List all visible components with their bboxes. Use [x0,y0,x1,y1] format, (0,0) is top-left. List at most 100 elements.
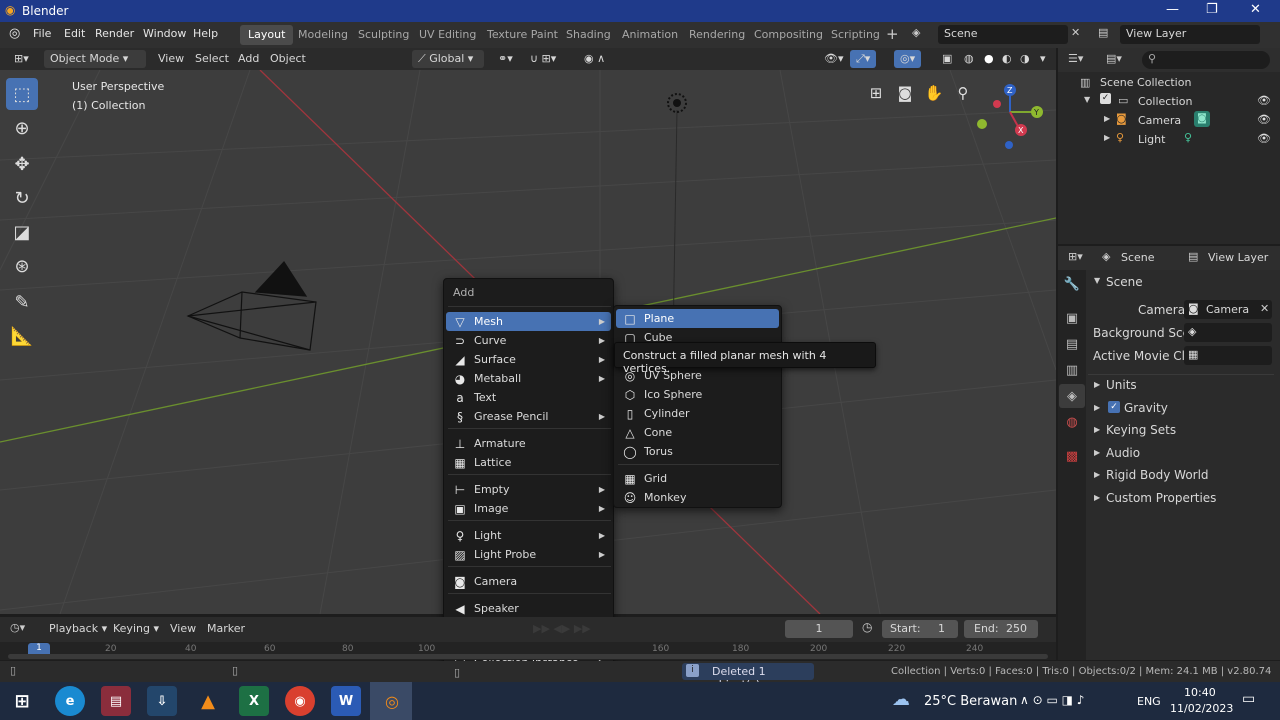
expand-collection-icon[interactable]: ▼ [1084,95,1090,104]
close-button[interactable]: ✕ [1250,2,1261,17]
world-tab-icon[interactable]: ◍ [1059,410,1085,434]
add-menu-item-speaker[interactable]: ◀ Speaker [446,599,611,618]
scene-collection-label[interactable]: Scene Collection [1100,76,1191,89]
preview-range-icon[interactable]: ◷ [862,620,872,634]
excel-app-icon[interactable]: X [239,686,269,716]
pivot-icon[interactable]: ⚭▾ [492,50,519,68]
properties-type-icon[interactable]: ⊞▾ [1068,250,1083,263]
mesh-item-monkey[interactable]: ☺ Monkey [616,488,779,507]
pan-hand-icon[interactable]: ✋ [921,80,947,106]
add-menu-item-mesh[interactable]: ▽ Mesh ▶ [446,312,611,331]
section-rigid-body-world[interactable]: Rigid Body World [1106,468,1209,482]
outliner-light-label[interactable]: Light [1138,133,1165,146]
edge-app-icon[interactable]: e [55,686,85,716]
outliner-search-input[interactable]: ⚲ [1142,51,1270,69]
view-layer-icon[interactable]: ▤ [1098,26,1108,39]
rendered-shading-icon[interactable]: ◑ [1014,50,1036,68]
clock-date[interactable]: 11/02/2023 [1170,702,1233,715]
overlay-toggle-icon[interactable]: ◎▾ [894,50,922,68]
outliner-camera-label[interactable]: Camera [1138,114,1181,127]
add-menu-item-empty[interactable]: ⊢ Empty ▶ [446,480,611,499]
tray-icons[interactable]: ∧ ⊙ ▭ ◨ ♪ [1020,693,1084,707]
cursor-icon[interactable]: ⊕ [6,112,38,144]
installer-app-icon[interactable]: ⇩ [147,686,177,716]
notification-icon[interactable]: ▭ [1242,691,1255,707]
mesh-item-cone[interactable]: △ Cone [616,423,779,442]
menu-marker[interactable]: Marker [207,622,245,635]
units-expand-icon[interactable]: ▶ [1094,380,1100,389]
view-layer-field[interactable]: View Layer [1120,25,1260,44]
info-report[interactable]: i Deleted 1 object(s) [682,663,814,691]
menu-keying[interactable]: Keying ▾ [113,622,159,635]
tab-shading[interactable]: Shading [558,25,619,45]
scene-tab-icon[interactable]: ◈ [1059,384,1085,408]
timeline-ruler[interactable]: 1 20 40 60 80 100 160 180 200 220 240 [0,642,1056,660]
add-menu-item-light-probe[interactable]: ▨ Light Probe ▶ [446,545,611,564]
weather-text[interactable]: 25°C Berawan [924,694,1017,709]
collection-checkbox[interactable]: ✓ [1100,93,1111,104]
display-mode-icon[interactable]: ▤▾ [1106,52,1122,65]
add-menu-item-metaball[interactable]: ◕ Metaball ▶ [446,369,611,388]
snap-icon[interactable]: ∪ ⊞▾ [524,50,562,68]
minimize-button[interactable]: — [1166,2,1179,17]
shading-options-icon[interactable]: ▾ [1034,50,1052,68]
tab-uv-editing[interactable]: UV Editing [411,25,484,45]
start-frame-field[interactable]: Start: 1 [882,620,958,638]
tab-animation[interactable]: Animation [614,25,686,45]
collection-label[interactable]: Collection [1138,95,1192,108]
tab-rendering[interactable]: Rendering [681,25,753,45]
blender-app-icon[interactable]: ◎ [377,686,407,716]
menu-select[interactable]: Select [189,50,235,68]
move-icon[interactable]: ✥ [6,148,38,180]
menu-add[interactable]: Add [232,50,265,68]
proportional-edit-icon[interactable]: ◉ ∧ [578,50,611,68]
tab-layout[interactable]: Layout [240,25,294,45]
rotate-icon[interactable]: ↻ [6,182,38,214]
mesh-item-cylinder[interactable]: ▯ Cylinder [616,404,779,423]
gravity-checkbox[interactable]: ✓ [1108,401,1120,413]
menu-playback[interactable]: Playback ▾ [49,622,107,635]
add-menu-item-lattice[interactable]: ▦ Lattice [446,453,611,472]
add-menu-item-text[interactable]: a Text [446,388,611,407]
light-eye-icon[interactable]: 👁 [1257,132,1271,145]
scene-field[interactable]: Scene [938,25,1068,44]
tool-tab-icon[interactable]: 🔧 [1059,272,1085,296]
expand-camera-icon[interactable]: ▶ [1104,114,1110,123]
mesh-item-ico-sphere[interactable]: ⬡ Ico Sphere [616,385,779,404]
mesh-item-grid[interactable]: ▦ Grid [616,469,779,488]
tab-compositing[interactable]: Compositing [746,25,831,45]
mode-selector[interactable]: Object Mode ▾ [44,50,146,68]
properties-view-layer-label[interactable]: View Layer [1208,251,1268,264]
annotate-icon[interactable]: ✎ [6,286,38,318]
camera-view-icon[interactable]: ◙ [892,80,918,106]
editor-type-icon[interactable]: ⊞▾ [8,50,35,68]
menu-edit[interactable]: Edit [64,27,85,40]
add-menu-item-armature[interactable]: ⊥ Armature [446,434,611,453]
chrome-app-icon[interactable]: ◉ [285,686,315,716]
section-audio[interactable]: Audio [1106,446,1140,460]
add-menu-item-grease-pencil[interactable]: § Grease Pencil ▶ [446,407,611,426]
add-menu-item-camera[interactable]: ◙ Camera [446,572,611,591]
measure-icon[interactable]: 📐 [6,320,38,352]
clock-time[interactable]: 10:40 [1184,686,1216,699]
collection-eye-icon[interactable]: 👁 [1257,94,1271,107]
section-custom-properties[interactable]: Custom Properties [1106,491,1216,505]
outliner-type-icon[interactable]: ☰▾ [1068,52,1083,65]
xray-icon[interactable]: ▣ [936,50,958,68]
camera-prop-field[interactable]: ◙ Camera ✕ [1184,300,1272,319]
gravity-expand-icon[interactable]: ▶ [1094,403,1100,412]
scale-icon[interactable]: ◪ [6,216,38,248]
properties-scene-label[interactable]: Scene [1121,251,1155,264]
end-frame-field[interactable]: End: 250 [964,620,1038,638]
gizmo-toggle-icon[interactable]: ⤢▾ [850,50,877,68]
scene-panel-title[interactable]: Scene [1106,275,1143,289]
navigation-gizmo[interactable]: Z Y X [972,82,1052,162]
texture-tab-icon[interactable]: ▩ [1059,444,1085,468]
menu-file[interactable]: File [33,27,51,40]
camera-data-icon[interactable]: ◙ [1194,111,1210,127]
add-menu-item-surface[interactable]: ◢ Surface ▶ [446,350,611,369]
mesh-item-torus[interactable]: ◯ Torus [616,442,779,461]
background-scene-field[interactable]: ◈ [1184,323,1272,342]
menu-window[interactable]: Window [143,27,186,40]
tab-sculpting[interactable]: Sculpting [350,25,417,45]
